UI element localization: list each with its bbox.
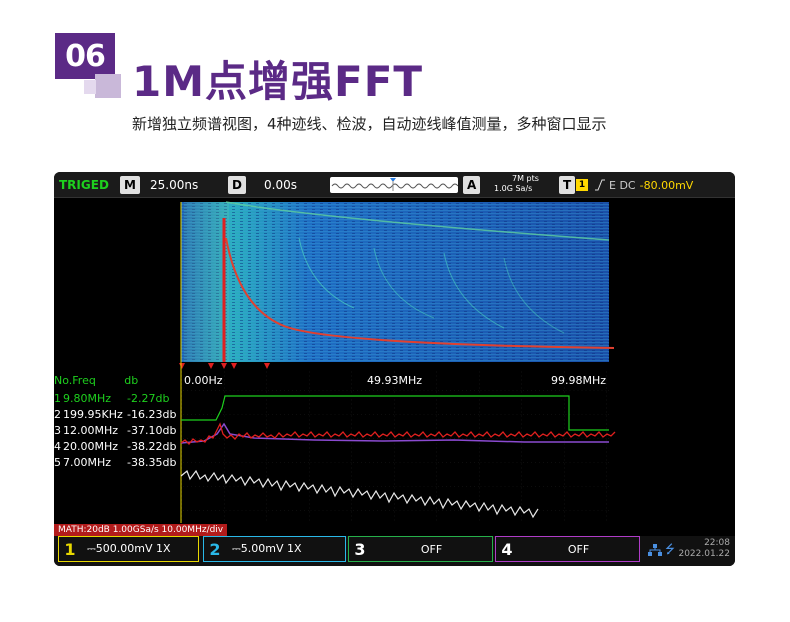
peak-table-header: No.Freq db: [54, 374, 138, 387]
channel-status: OFF: [567, 542, 590, 556]
channel-scale: ⎓500.00mV 1X: [87, 542, 171, 555]
page-title: 1M点增强FFT: [132, 57, 424, 106]
peak-no: 4: [54, 440, 61, 453]
freq-start-label: 0.00Hz: [184, 374, 223, 387]
peak-db: -38.22db: [127, 440, 177, 453]
peak-no: 3: [54, 424, 61, 437]
spectrogram-waterfall[interactable]: [181, 201, 615, 362]
acquire-key[interactable]: A: [463, 176, 481, 194]
freq-center-label: 49.93MHz: [367, 374, 423, 387]
acquire-rate: 1.0G Sa/s: [494, 184, 533, 193]
peak-freq: 199.95KHz: [63, 408, 123, 421]
peak-header-no: No.: [54, 374, 73, 387]
badge-decoration: [95, 74, 121, 98]
acquire-info: 7M pts 1.0G Sa/s: [494, 174, 539, 196]
channel-bar: 1 ⎓500.00mV 1X 2 ⎓5.00mV 1X 3 OFF 4 OFF …: [54, 536, 735, 566]
trigger-spec[interactable]: E DC -80.00mV: [594, 176, 693, 194]
clock-time: 22:08: [704, 538, 730, 548]
peak-db: -2.27db: [127, 392, 170, 405]
math-status-bar[interactable]: MATH:20dB 1.00GSa/s 10.00MHz/div: [54, 524, 228, 536]
trigger-channel-badge: 1: [576, 179, 588, 191]
channel-number: 1: [64, 539, 76, 559]
section-number-badge: 06: [55, 33, 115, 79]
peak-freq: 9.80MHz: [63, 392, 112, 405]
memory-waveform-icon: [331, 178, 458, 191]
peak-row-3[interactable]: 3 12.00MHz -37.10db: [54, 424, 176, 437]
peak-header-freq: Freq: [72, 374, 96, 387]
acquire-points: 7M pts: [512, 174, 539, 183]
trigger-key[interactable]: T: [559, 176, 576, 194]
freq-stop-label: 99.98MHz: [551, 374, 607, 387]
rising-edge-icon: [595, 179, 605, 191]
spectrum-grid: [181, 370, 609, 522]
peak-markers: [179, 363, 270, 369]
lan-icon: [648, 544, 662, 556]
peak-row-2[interactable]: 2 199.95KHz -16.23db: [54, 408, 176, 421]
peak-db: -16.23db: [127, 408, 177, 421]
channel-4-button[interactable]: 4 OFF: [495, 536, 640, 562]
channel-number: 2: [209, 539, 221, 559]
clock-date: 2022.01.22: [678, 549, 730, 559]
peak-db: -38.35db: [127, 456, 177, 469]
system-status: ⭍ 22:08 2022.01.22: [646, 536, 734, 564]
oscilloscope-screen: TRIGED M 25.00ns D 0.00s A 7M pts 1.0G S…: [54, 172, 735, 566]
usb-icon: ⭍: [665, 542, 675, 556]
peak-row-1[interactable]: 1 9.80MHz -2.27db: [54, 392, 169, 405]
channel-number: 4: [501, 539, 513, 559]
peak-header-db: db: [124, 374, 139, 387]
fft-plot-area: 0.00Hz 49.93MHz 99.98MHz No.Freq db 1 9.80…: [54, 198, 735, 523]
channel-3-button[interactable]: 3 OFF: [348, 536, 493, 562]
peak-no: 5: [54, 456, 61, 469]
trigger-level: -80.00mV: [639, 178, 694, 192]
badge-decoration-small: [84, 80, 96, 94]
channel-scale: ⎓5.00mV 1X: [232, 542, 302, 555]
peak-freq: 20.00MHz: [63, 440, 119, 453]
peak-row-4[interactable]: 4 20.00MHz -38.22db: [54, 440, 176, 453]
peak-no: 2: [54, 408, 61, 421]
channel-number: 3: [354, 539, 366, 559]
peak-freq: 7.00MHz: [63, 456, 112, 469]
channel-status: OFF: [420, 542, 443, 556]
channel-2-button[interactable]: 2 ⎓5.00mV 1X: [203, 536, 346, 562]
delay-key[interactable]: D: [228, 176, 246, 194]
page-subtitle: 新增独立频谱视图，4种迹线、检波，自动迹线峰值测量，多种窗口显示: [132, 115, 607, 133]
channel-1-button[interactable]: 1 ⎓500.00mV 1X: [58, 536, 199, 562]
peak-db: -37.10db: [127, 424, 177, 437]
peak-freq: 12.00MHz: [63, 424, 119, 437]
fft-display: [179, 201, 616, 523]
scope-top-bar: TRIGED M 25.00ns D 0.00s A 7M pts 1.0G S…: [54, 172, 735, 198]
trigger-status: TRIGED: [59, 178, 109, 192]
peak-no: 1: [54, 392, 61, 405]
timebase-key[interactable]: M: [120, 176, 140, 194]
peak-row-5[interactable]: 5 7.00MHz -38.35db: [54, 456, 176, 469]
timebase-value[interactable]: 25.00ns: [150, 176, 198, 194]
trigger-coupling: E DC: [609, 178, 636, 192]
delay-value[interactable]: 0.00s: [264, 176, 297, 194]
clock: 22:08 2022.01.22: [678, 538, 730, 560]
memory-position-indicator[interactable]: [330, 177, 458, 193]
